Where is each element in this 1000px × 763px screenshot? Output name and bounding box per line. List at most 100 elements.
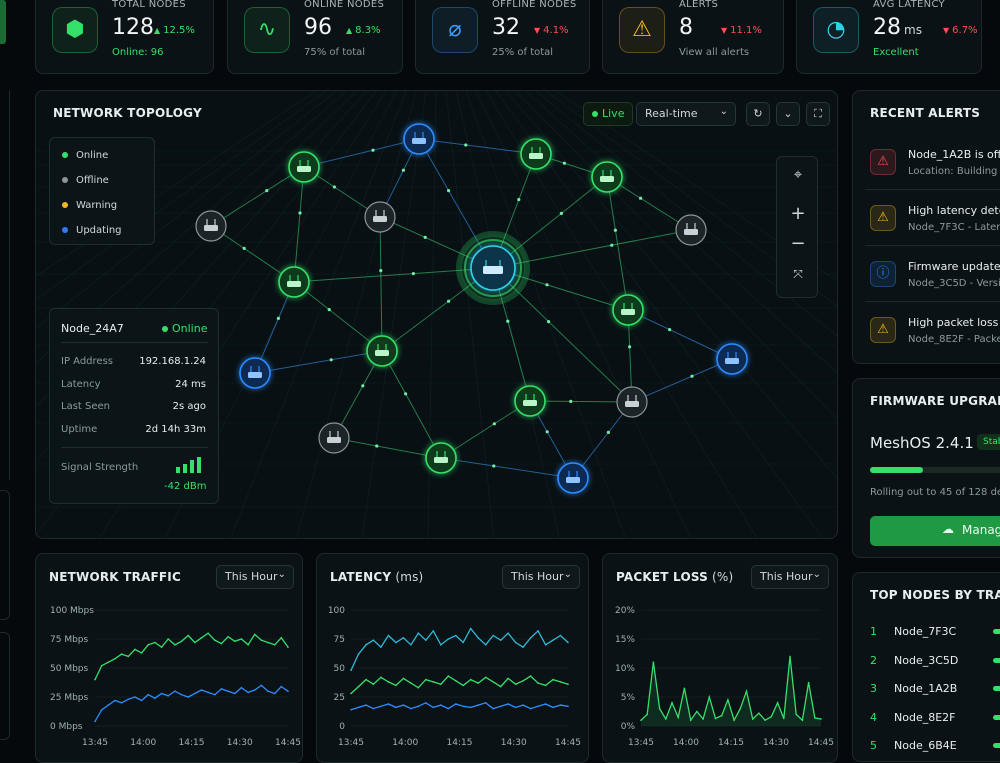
node-updating[interactable] bbox=[557, 462, 589, 494]
node-online[interactable] bbox=[591, 161, 623, 193]
node-offline[interactable] bbox=[318, 422, 350, 454]
data-point bbox=[801, 719, 804, 721]
data-point bbox=[484, 676, 487, 679]
firmware-badge: Stable bbox=[977, 434, 1000, 450]
data-point bbox=[194, 692, 196, 695]
topology-link bbox=[606, 176, 629, 311]
router-icon bbox=[523, 400, 537, 406]
manage-button[interactable]: ☁ Manage bbox=[870, 516, 1000, 546]
data-point bbox=[200, 689, 203, 691]
top-node-name: Node_6B4E bbox=[894, 739, 957, 752]
x-tick-label: 14:00 bbox=[673, 738, 699, 748]
traffic-bar bbox=[993, 657, 1000, 663]
alert-item[interactable]: ⓘ Firmware update Node_3C5D - Version bbox=[853, 245, 1000, 301]
stat-card[interactable]: ⬢ TOTAL NODES 128 ▲ 12.5% Online: 96 bbox=[35, 0, 214, 74]
firmware-panel: FIRMWARE UPGRADES MeshOS 2.4.1 Stable Ro… bbox=[852, 378, 1000, 558]
node-offline[interactable] bbox=[364, 201, 396, 233]
triangle-down-icon: ▼ bbox=[534, 26, 541, 35]
node-online[interactable] bbox=[278, 266, 310, 298]
cube-icon: ⬢ bbox=[52, 7, 98, 53]
chart-plot: 20% 15% 10% 5% 0% 13:45 14:00 14:15 14:30 14:45 bbox=[615, 606, 834, 748]
node-updating[interactable] bbox=[716, 343, 748, 375]
data-point bbox=[469, 678, 472, 681]
top-node-row[interactable]: 5 Node_6B4E bbox=[853, 739, 1000, 759]
stat-sub[interactable]: View all alerts bbox=[679, 47, 749, 58]
node-offline[interactable] bbox=[195, 210, 227, 242]
node-online[interactable] bbox=[612, 294, 644, 326]
alert-sub: Node_7F3C - Latency bbox=[908, 222, 1000, 233]
zoom-out-button[interactable]: − bbox=[777, 233, 819, 254]
alert-item[interactable]: ⚠ High packet loss Node_8E2F - Packet bbox=[853, 301, 1000, 357]
data-point bbox=[440, 704, 442, 706]
series-line bbox=[94, 684, 289, 722]
data-point bbox=[365, 644, 367, 646]
data-point bbox=[267, 690, 269, 692]
data-point bbox=[462, 641, 464, 644]
traffic-bar bbox=[993, 743, 1000, 748]
top-node-rank: 5 bbox=[870, 739, 877, 752]
router-icon bbox=[327, 437, 341, 443]
node-updating[interactable] bbox=[403, 123, 435, 155]
x-tick-label: 14:15 bbox=[718, 738, 744, 748]
data-point bbox=[783, 717, 785, 720]
stat-card[interactable]: ∿ ONLINE NODES 96 ▲ 8.3% 75% of total bbox=[227, 0, 403, 74]
data-point bbox=[240, 638, 243, 640]
data-point bbox=[492, 707, 494, 710]
data-point bbox=[167, 638, 169, 640]
data-point bbox=[357, 653, 360, 655]
data-point bbox=[499, 639, 502, 641]
data-point bbox=[207, 691, 209, 694]
data-point bbox=[120, 653, 123, 655]
link-packet bbox=[401, 168, 405, 172]
node-online[interactable] bbox=[520, 138, 552, 170]
stat-delta-value: 8.3% bbox=[355, 25, 381, 36]
triangle-down-icon: ▼ bbox=[943, 26, 950, 35]
top-node-row[interactable]: 4 Node_8E2F bbox=[853, 711, 1000, 731]
data-point bbox=[387, 634, 390, 637]
node-updating[interactable] bbox=[239, 357, 271, 389]
data-point bbox=[350, 692, 352, 695]
node-online[interactable] bbox=[288, 151, 320, 183]
stat-label: AVG LATENCY bbox=[873, 0, 945, 10]
data-point bbox=[140, 652, 143, 654]
stat-card[interactable]: ◔ AVG LATENCY 28 ms ▼ 6.7% Excellent bbox=[796, 0, 982, 74]
top-node-name: Node_7F3C bbox=[894, 625, 957, 638]
data-point bbox=[665, 718, 667, 720]
node-offline[interactable] bbox=[616, 386, 648, 418]
alert-item[interactable]: ⚠ High latency detected Node_7F3C - Latenc… bbox=[853, 189, 1000, 245]
plus-icon: + bbox=[790, 203, 806, 224]
node-online[interactable] bbox=[514, 385, 546, 417]
top-node-row[interactable]: 2 Node_3C5D bbox=[853, 654, 1000, 674]
fit-view-button[interactable]: ⤧ bbox=[777, 267, 819, 282]
hub-node[interactable] bbox=[456, 231, 530, 305]
data-point bbox=[160, 646, 163, 648]
node-offline[interactable] bbox=[675, 214, 707, 246]
stat-card[interactable]: ⌀ OFFLINE NODES 32 ▼ 4.1% 25% of total bbox=[415, 0, 590, 74]
data-point bbox=[425, 639, 427, 641]
data-point bbox=[455, 703, 457, 705]
node-online[interactable] bbox=[366, 335, 398, 367]
y-tick-label: 75 bbox=[334, 635, 345, 645]
locate-button[interactable]: ⌖ bbox=[777, 165, 819, 183]
zoom-in-button[interactable]: + bbox=[777, 203, 819, 224]
data-point bbox=[94, 720, 96, 723]
data-point bbox=[100, 709, 103, 711]
x-tick-label: 14:15 bbox=[179, 738, 205, 748]
alert-sub: Node_8E2F - Packet bbox=[908, 334, 1000, 345]
node-online[interactable] bbox=[425, 442, 457, 474]
alert-title: High packet loss bbox=[908, 316, 999, 329]
data-point bbox=[234, 640, 236, 643]
top-node-row[interactable]: 1 Node_7F3C bbox=[853, 625, 1000, 645]
stat-card[interactable]: ⚠ ALERTS 8 ▼ 11.1% View all alerts bbox=[602, 0, 784, 74]
signal-strength-value: -42 dBm bbox=[164, 481, 207, 492]
link-packet bbox=[562, 161, 567, 165]
link-packet bbox=[492, 464, 496, 468]
data-point bbox=[559, 681, 562, 683]
data-point bbox=[380, 646, 382, 648]
stat-value: 96 bbox=[304, 15, 332, 40]
data-point bbox=[147, 644, 149, 646]
top-node-row[interactable]: 3 Node_1A2B bbox=[853, 682, 1000, 702]
data-point bbox=[770, 715, 773, 718]
alert-item[interactable]: ⚠ Node_1A2B is offline Location: Building … bbox=[853, 137, 1000, 189]
data-point bbox=[372, 683, 375, 685]
